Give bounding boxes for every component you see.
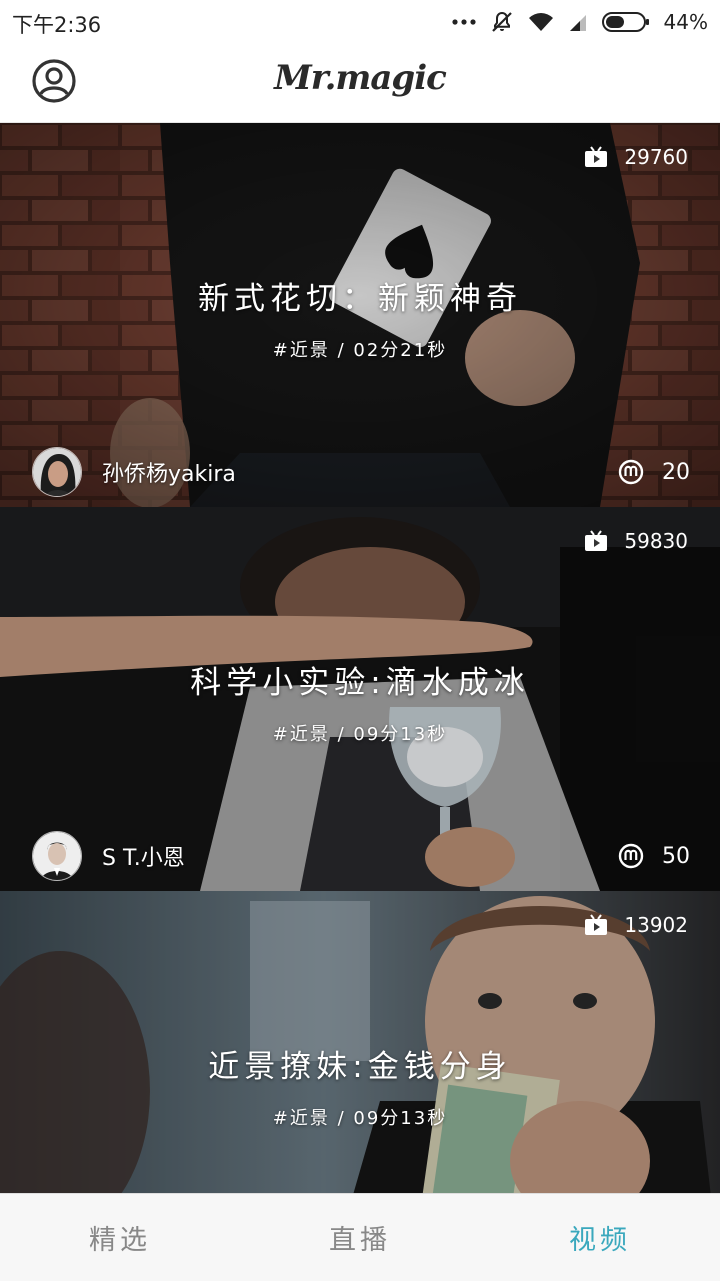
like-count[interactable]: 50 [618, 843, 690, 869]
video-title: 新式花切：新颖神奇 [198, 281, 522, 317]
app-title: Mr.magic [274, 58, 447, 98]
status-icons: 44% [451, 8, 708, 36]
status-time: 下午2:36 [12, 13, 102, 37]
view-count-value: 29760 [624, 145, 688, 169]
tab-live[interactable]: 直播 [240, 1194, 480, 1281]
view-count: 13902 [584, 913, 688, 937]
view-count-value: 13902 [624, 913, 688, 937]
author[interactable]: S T.小恩 [32, 831, 185, 881]
avatar [32, 831, 82, 881]
view-count: 59830 [584, 529, 688, 553]
author-name: S T.小恩 [102, 846, 185, 871]
video-card[interactable]: 29760 新式花切：新颖神奇 #近景 / 02分21秒 孙侨杨yakira 2… [0, 123, 720, 507]
video-card[interactable]: 13902 近景撩妹:金钱分身 #近景 / 09分13秒 [0, 891, 720, 1193]
tab-featured[interactable]: 精选 [0, 1194, 240, 1281]
tv-icon [585, 146, 608, 167]
tab-video[interactable]: 视频 [480, 1194, 720, 1281]
like-count[interactable]: 20 [618, 459, 690, 485]
video-title: 近景撩妹:金钱分身 [208, 1049, 512, 1085]
signal-icon [569, 15, 586, 31]
view-count-value: 59830 [624, 529, 688, 553]
video-card[interactable]: 59830 科学小实验:滴水成冰 #近景 / 09分13秒 S T.小恩 50 [0, 507, 720, 891]
mute-icon [491, 11, 512, 32]
more-dots-icon [451, 19, 476, 25]
video-title: 科学小实验:滴水成冰 [190, 665, 530, 701]
battery-percent: 44% [663, 10, 708, 34]
m-coin-icon [618, 843, 644, 869]
app-header: Mr.magic [0, 44, 720, 123]
view-count: 29760 [584, 145, 688, 169]
bottom-nav: 精选 直播 视频 [0, 1193, 720, 1281]
avatar [32, 447, 82, 497]
author-name: 孙侨杨yakira [102, 462, 236, 487]
like-count-value: 50 [662, 843, 690, 869]
tv-icon [585, 914, 608, 935]
video-meta: #近景 / 02分21秒 [272, 340, 448, 361]
battery-icon [601, 12, 649, 32]
video-feed: 29760 新式花切：新颖神奇 #近景 / 02分21秒 孙侨杨yakira 2… [0, 123, 720, 1193]
tv-icon [585, 530, 608, 551]
video-meta: #近景 / 09分13秒 [272, 724, 448, 745]
wifi-icon [528, 13, 553, 31]
video-meta: #近景 / 09分13秒 [272, 1108, 448, 1129]
author[interactable]: 孙侨杨yakira [32, 447, 236, 497]
status-bar: 下午2:36 44% [0, 0, 720, 44]
m-coin-icon [618, 459, 644, 485]
like-count-value: 20 [662, 459, 690, 485]
